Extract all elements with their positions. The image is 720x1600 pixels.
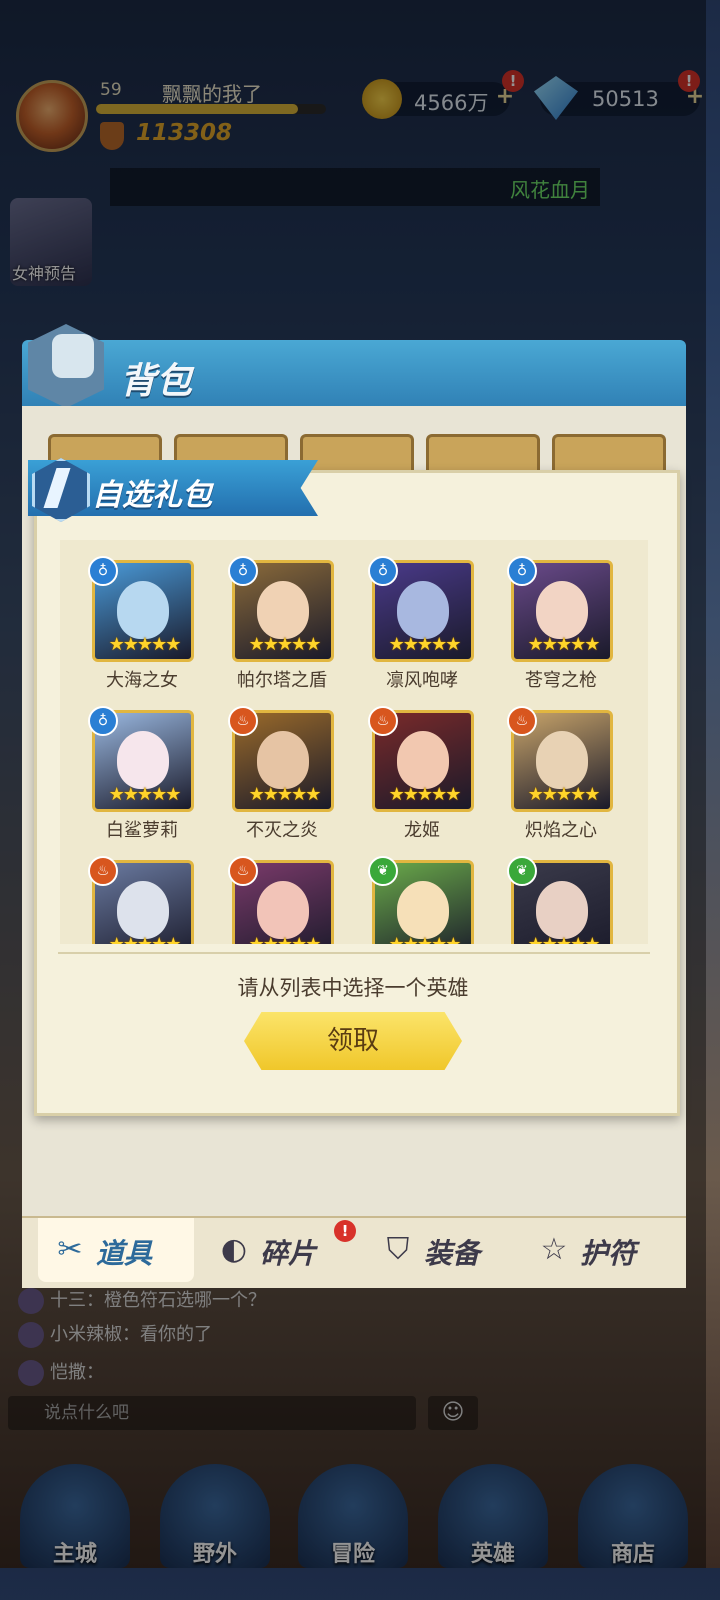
selection-hint: 请从列表中选择一个英雄 xyxy=(237,976,469,1000)
gem-counter: 50513 + xyxy=(534,76,704,120)
hero-face xyxy=(117,731,169,789)
diamond-icon xyxy=(534,76,578,120)
chat-message: 恺撒： xyxy=(18,1358,104,1386)
hero-name: 帕尔塔之盾 xyxy=(237,670,327,691)
player-name: 飘飘的我了 xyxy=(162,82,262,106)
star-rating: ★★★★★ xyxy=(527,634,601,655)
hero-name: 白鲨萝莉 xyxy=(106,820,178,841)
wind-element-icon: ❦ xyxy=(368,856,398,886)
fire-element-icon: ♨ xyxy=(507,706,537,736)
star-rating: ★★★★★ xyxy=(388,634,462,655)
fire-element-icon: ♨ xyxy=(228,706,258,736)
water-element-icon: ♁ xyxy=(228,556,258,586)
grid-divider xyxy=(58,952,650,954)
star-rating: ★★★★★ xyxy=(388,784,462,805)
star-rating: ★★★★★ xyxy=(527,784,601,805)
hero-name: 大海之女 xyxy=(106,670,178,691)
chat-avatar xyxy=(18,1288,44,1314)
hero-face xyxy=(397,881,449,939)
hero-face xyxy=(257,581,309,639)
hero-face xyxy=(536,731,588,789)
claim-button[interactable]: 领取 xyxy=(244,1012,462,1070)
hero-face xyxy=(257,881,309,939)
chat-avatar xyxy=(18,1360,44,1386)
armor-icon: ⛉ xyxy=(386,1232,410,1267)
chat-message: 小米辣椒：看你的了 xyxy=(18,1320,212,1348)
hero-name: 龙姬 xyxy=(404,820,440,841)
chat-input[interactable]: 说点什么吧 xyxy=(8,1396,416,1430)
backpack-title: 背包 xyxy=(120,361,193,402)
fire-element-icon: ♨ xyxy=(368,706,398,736)
player-level: 59 xyxy=(100,80,122,100)
backpack-icon xyxy=(28,324,104,408)
gem-alert-badge: ! xyxy=(678,70,700,92)
hero-face xyxy=(257,731,309,789)
fire-element-icon: ♨ xyxy=(228,856,258,886)
hero-face xyxy=(397,581,449,639)
xp-bar xyxy=(96,104,326,114)
nav-main-city[interactable]: 主城 xyxy=(20,1464,130,1568)
hero-name: 苍穹之枪 xyxy=(525,670,597,691)
announcement-ticker: 风花血月 xyxy=(110,168,600,206)
wind-element-icon: ❦ xyxy=(507,856,537,886)
dialog-title: 自选礼包 xyxy=(92,478,212,513)
nav-heroes[interactable]: 英雄 xyxy=(438,1464,548,1568)
star-rating: ★★★★★ xyxy=(99,934,189,944)
star-rating: ★★★★★ xyxy=(108,634,182,655)
star-rating: ★★★★★ xyxy=(379,934,469,944)
tab-equipment[interactable]: ⛉ 装备 xyxy=(366,1218,522,1282)
player-avatar[interactable] xyxy=(16,80,88,152)
scroll-icon: ✂ xyxy=(57,1232,83,1267)
star-icon: ☆ xyxy=(540,1232,568,1267)
tab-amulets[interactable]: ☆ 护符 xyxy=(522,1218,678,1282)
xp-bar-fill xyxy=(96,104,299,114)
chat-avatar xyxy=(18,1322,44,1348)
gold-alert-badge: ! xyxy=(502,70,524,92)
tab-items[interactable]: ✂ 道具 xyxy=(38,1218,194,1282)
shield-icon xyxy=(100,122,124,150)
emoji-button[interactable]: ☺ xyxy=(428,1396,478,1430)
water-element-icon: ♁ xyxy=(368,556,398,586)
hero-selection-grid: ★★★★★ ♁ 大海之女 ★★★★★ ♁ 帕尔塔之盾 ★★★★★ ♁ 凛风咆哮 ★★★★★ ♁ 苍穹之… xyxy=(60,540,648,944)
water-element-icon: ♁ xyxy=(88,556,118,586)
hero-name: 炽焰之心 xyxy=(525,820,597,841)
gold-counter: 4566万 + xyxy=(362,79,514,119)
hero-face xyxy=(397,731,449,789)
fire-element-icon: ♨ xyxy=(88,856,118,886)
shards-alert-badge: ! xyxy=(334,1220,356,1242)
combat-power: 113308 xyxy=(136,120,233,146)
hero-name: 不灭之炎 xyxy=(246,820,318,841)
gold-value: 4566万 xyxy=(414,91,489,115)
star-rating: ★★★★★ xyxy=(518,934,608,944)
shard-icon: ◐ xyxy=(220,1232,248,1267)
star-rating: ★★★★★ xyxy=(239,934,329,944)
water-element-icon: ♁ xyxy=(88,706,118,736)
hero-face xyxy=(536,581,588,639)
nav-field[interactable]: 野外 xyxy=(160,1464,270,1568)
goddess-preview-label: 女神预告 xyxy=(12,264,77,283)
nav-adventure[interactable]: 冒险 xyxy=(298,1464,408,1568)
gem-value: 50513 xyxy=(592,87,659,111)
nav-shop[interactable]: 商店 xyxy=(578,1464,688,1568)
backpack-header: 背包 xyxy=(22,324,686,410)
hero-face xyxy=(117,581,169,639)
gold-coin-icon xyxy=(362,79,402,119)
hero-name: 凛风咆哮 xyxy=(386,670,458,691)
water-element-icon: ♁ xyxy=(507,556,537,586)
ticker-text: 风花血月 xyxy=(510,178,590,202)
star-rating: ★★★★★ xyxy=(248,784,322,805)
hero-face xyxy=(117,881,169,939)
star-rating: ★★★★★ xyxy=(108,784,182,805)
star-rating: ★★★★★ xyxy=(248,634,322,655)
hero-face xyxy=(536,881,588,939)
chat-message: 十三：橙色符石选哪一个？ xyxy=(18,1286,266,1314)
